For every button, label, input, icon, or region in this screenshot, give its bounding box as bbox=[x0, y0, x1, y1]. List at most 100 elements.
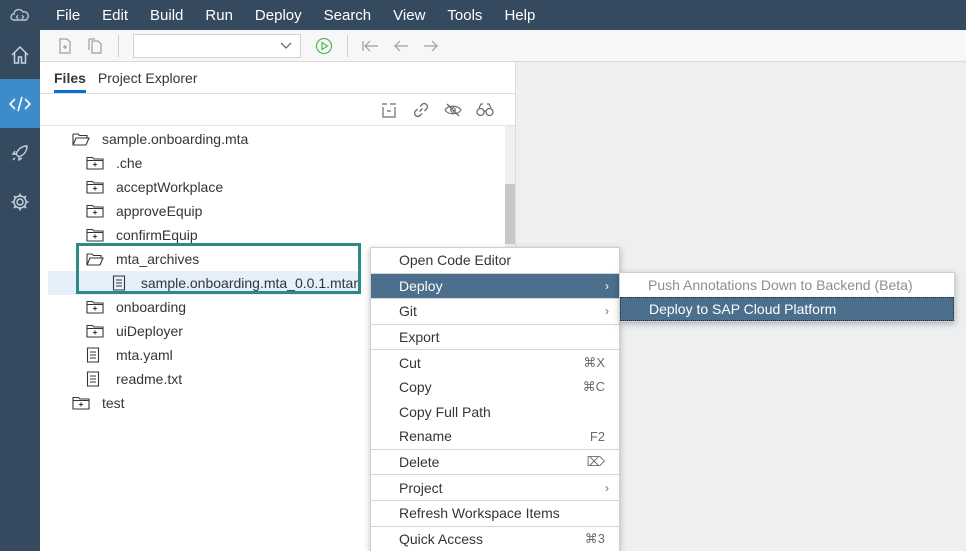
menu-deploy[interactable]: Deploy bbox=[255, 7, 302, 24]
menu-run[interactable]: Run bbox=[205, 7, 233, 24]
file-icon bbox=[86, 347, 104, 363]
menu-bar: File Edit Build Run Deploy Search View Tools Hel… bbox=[0, 0, 966, 30]
toolbar-separator bbox=[347, 34, 348, 57]
shortcut-label: ⌘C bbox=[582, 379, 605, 395]
back-icon[interactable] bbox=[386, 31, 416, 61]
menu-search[interactable]: Search bbox=[324, 7, 372, 24]
collapse-all-icon[interactable] bbox=[373, 96, 405, 124]
folder-icon bbox=[86, 155, 104, 171]
tree-item-mta-archives[interactable]: mta_archives bbox=[40, 247, 199, 271]
run-icon[interactable] bbox=[309, 31, 339, 61]
hide-icon[interactable] bbox=[437, 96, 469, 124]
tree-item-label: confirmEquip bbox=[116, 227, 198, 243]
context-menu-open-code-editor[interactable]: Open Code Editor bbox=[371, 248, 619, 273]
deploy-to-scp-item[interactable]: Deploy to SAP Cloud Platform bbox=[620, 297, 954, 321]
folder-icon bbox=[72, 395, 90, 411]
menu-edit[interactable]: Edit bbox=[102, 7, 128, 24]
folder-icon bbox=[86, 227, 104, 243]
context-menu-label: Project bbox=[399, 479, 443, 496]
home-icon[interactable] bbox=[0, 30, 40, 79]
context-menu-copy[interactable]: Copy ⌘C bbox=[371, 375, 619, 400]
context-menu-deploy[interactable]: Deploy › bbox=[371, 273, 619, 299]
context-menu-delete[interactable]: Delete ⌦ bbox=[371, 450, 619, 475]
tab-project-explorer[interactable]: Project Explorer bbox=[98, 70, 198, 93]
tree-item-che[interactable]: .che bbox=[40, 151, 142, 175]
rocket-icon[interactable] bbox=[0, 128, 40, 177]
tab-files[interactable]: Files bbox=[54, 70, 86, 93]
deploy-submenu: Push Annotations Down to Backend (Beta) … bbox=[619, 272, 955, 322]
menu-file[interactable]: File bbox=[56, 7, 80, 24]
context-menu-rename[interactable]: Rename F2 bbox=[371, 424, 619, 449]
chevron-down-icon bbox=[280, 37, 292, 55]
go-to-last-edit-icon[interactable] bbox=[356, 31, 386, 61]
menu-build[interactable]: Build bbox=[150, 7, 183, 24]
context-menu-label: Copy bbox=[399, 379, 432, 396]
context-menu-label: Export bbox=[399, 329, 440, 346]
file-icon bbox=[112, 275, 129, 291]
context-menu-label: Cut bbox=[399, 354, 421, 371]
chevron-right-icon: › bbox=[605, 480, 609, 495]
folder-open-icon bbox=[86, 251, 104, 267]
tree-item-uideployer[interactable]: uiDeployer bbox=[40, 319, 183, 343]
folder-icon bbox=[86, 203, 104, 219]
tree-item-label: onboarding bbox=[116, 299, 187, 315]
folder-open-icon bbox=[72, 131, 90, 147]
shortcut-label: ⌦ bbox=[586, 454, 605, 470]
tree-item-sample-onboarding-mta[interactable]: sample.onboarding.mta bbox=[40, 127, 248, 151]
run-configuration-select[interactable] bbox=[133, 33, 301, 58]
gear-icon[interactable] bbox=[0, 177, 40, 226]
context-menu: Open Code Editor Deploy › Git › Export Cut ⌘X Co… bbox=[370, 247, 620, 551]
scrollbar-thumb[interactable] bbox=[505, 184, 515, 244]
tree-item-label: mta.yaml bbox=[116, 347, 173, 363]
tree-item-sample-onboarding-mta-0-0-1-mtar[interactable]: sample.onboarding.mta_0.0.1.mtar bbox=[48, 271, 358, 295]
pane-tabs: Files Project Explorer bbox=[40, 62, 515, 94]
folder-icon bbox=[86, 299, 104, 315]
shortcut-label: ⌘3 bbox=[584, 530, 605, 546]
context-menu-refresh-workspace-items[interactable]: Refresh Workspace Items bbox=[371, 501, 619, 526]
tree-item-label: mta_archives bbox=[116, 251, 200, 267]
tree-item-mta-yaml[interactable]: mta.yaml bbox=[40, 343, 173, 367]
context-menu-label: Git bbox=[399, 303, 417, 320]
copy-file-icon[interactable] bbox=[80, 31, 110, 61]
menu-help[interactable]: Help bbox=[504, 7, 535, 24]
main-toolbar bbox=[40, 30, 966, 62]
context-menu-project[interactable]: Project › bbox=[371, 475, 619, 500]
context-menu-git[interactable]: Git › bbox=[371, 299, 619, 324]
shortcut-label: ⌘X bbox=[583, 354, 605, 370]
context-menu-label: Deploy bbox=[399, 277, 443, 294]
context-menu-label: Open Code Editor bbox=[399, 252, 512, 269]
menu-tools[interactable]: Tools bbox=[447, 7, 482, 24]
forward-icon[interactable] bbox=[416, 31, 446, 61]
link-icon[interactable] bbox=[405, 96, 437, 124]
tree-item-label: .che bbox=[116, 155, 143, 171]
search-binoculars-icon[interactable] bbox=[469, 96, 501, 124]
context-menu-quick-access[interactable]: Quick Access ⌘3 bbox=[371, 527, 619, 551]
context-menu-label: Delete bbox=[399, 454, 440, 471]
context-menu-label: Quick Access bbox=[399, 530, 484, 547]
tree-item-onboarding[interactable]: onboarding bbox=[40, 295, 186, 319]
context-menu-label: Copy Full Path bbox=[399, 403, 491, 420]
tree-item-readme-txt[interactable]: readme.txt bbox=[40, 367, 182, 391]
context-menu-export[interactable]: Export bbox=[371, 325, 619, 350]
tree-item-label: sample.onboarding.mta_0.0.1.mtar bbox=[140, 275, 358, 291]
toolbar-separator bbox=[118, 34, 119, 57]
context-menu-cut[interactable]: Cut ⌘X bbox=[371, 350, 619, 375]
tree-item-approveequip[interactable]: approveEquip bbox=[40, 199, 202, 223]
folder-icon bbox=[86, 179, 104, 195]
shortcut-label: F2 bbox=[589, 428, 605, 444]
new-file-icon[interactable] bbox=[50, 31, 80, 61]
folder-icon bbox=[86, 323, 104, 339]
push-annotations-item: Push Annotations Down to Backend (Beta) bbox=[648, 277, 913, 293]
chevron-right-icon: › bbox=[605, 278, 609, 293]
menu-view[interactable]: View bbox=[393, 7, 425, 24]
files-toolbar bbox=[40, 94, 515, 126]
cloud-code-icon[interactable] bbox=[0, 0, 40, 30]
context-menu-copy-full-path[interactable]: Copy Full Path bbox=[371, 400, 619, 425]
tree-item-test[interactable]: test bbox=[40, 391, 125, 415]
tree-item-label: approveEquip bbox=[116, 203, 203, 219]
tree-item-label: acceptWorkplace bbox=[116, 179, 224, 195]
tree-item-confirmequip[interactable]: confirmEquip bbox=[40, 223, 198, 247]
side-rail bbox=[0, 30, 40, 551]
tree-item-acceptworkplace[interactable]: acceptWorkplace bbox=[40, 175, 223, 199]
code-icon[interactable] bbox=[0, 79, 40, 128]
